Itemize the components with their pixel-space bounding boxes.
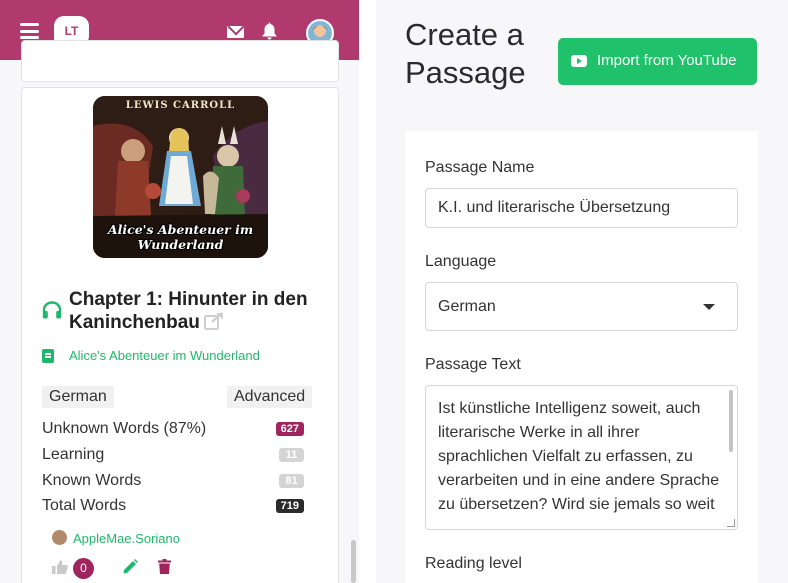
bell-icon[interactable] xyxy=(262,22,277,40)
reading-level-label: Reading level xyxy=(425,555,522,572)
cover-author-text: LEWIS CARROLL xyxy=(125,100,236,111)
book-cover-image[interactable]: LEWIS CARROLL Alice's Abenteuer im Wunde… xyxy=(93,96,268,258)
stat-label: Known Words xyxy=(42,472,142,489)
chapter-title[interactable]: Chapter 1: Hinunter in den Kaninchenbau xyxy=(69,288,329,334)
passage-form: Passage Name Language German Passage Tex… xyxy=(405,131,758,583)
trash-icon[interactable] xyxy=(158,559,171,574)
import-youtube-label: Import from YouTube xyxy=(597,52,737,69)
passage-text-textarea[interactable]: Ist künstliche Intelligenz soweit, auch … xyxy=(425,385,738,530)
caret-down-icon xyxy=(703,304,715,310)
previous-passage-card[interactable] xyxy=(21,40,339,82)
passage-list-panel: LT LEWIS CARROLL Alice's Abenteuer im Wu… xyxy=(0,0,359,583)
passage-text-value[interactable]: Ist künstliche Intelligenz soweit, auch … xyxy=(438,397,723,517)
passage-card[interactable]: LEWIS CARROLL Alice's Abenteuer im Wunde… xyxy=(21,87,339,583)
scrollbar[interactable] xyxy=(351,540,356,583)
import-youtube-button[interactable]: Import from YouTube xyxy=(558,38,757,85)
passage-text-label: Passage Text xyxy=(425,356,521,373)
stat-label: Unknown Words (87%) xyxy=(42,420,207,437)
stat-badge: 11 xyxy=(279,448,304,462)
stat-label: Learning xyxy=(42,446,105,463)
author-avatar xyxy=(52,530,67,545)
stat-badge: 81 xyxy=(279,474,304,488)
language-select-value: German xyxy=(438,298,496,315)
page-title: Create a Passage xyxy=(405,17,526,90)
language-label: Language xyxy=(425,253,497,270)
youtube-icon xyxy=(571,55,587,67)
level-tag: Advanced xyxy=(227,386,313,408)
create-passage-panel: Create a Passage Import from YouTube Pas… xyxy=(376,0,788,583)
hamburger-icon[interactable] xyxy=(20,23,39,39)
like-count: 0 xyxy=(73,558,94,579)
stat-label: Total Words xyxy=(42,497,127,514)
book-icon xyxy=(42,349,54,363)
language-tag: German xyxy=(42,386,114,408)
passage-name-label: Passage Name xyxy=(425,159,535,176)
cover-title-text: Alice's Abenteuer im Wunderland xyxy=(107,222,254,252)
external-link-icon[interactable] xyxy=(203,312,224,330)
thumbs-up-icon[interactable] xyxy=(52,560,68,574)
headphones-icon[interactable] xyxy=(42,301,62,319)
card-actions: 0 xyxy=(52,558,252,579)
stat-badge: 627 xyxy=(275,422,304,436)
stat-badge: 719 xyxy=(275,499,304,513)
mail-icon[interactable] xyxy=(227,26,244,38)
pencil-icon[interactable] xyxy=(122,559,138,575)
passage-name-input[interactable] xyxy=(425,188,738,228)
language-select[interactable]: German xyxy=(425,282,738,331)
chapter-title-text[interactable]: Chapter 1: Hinunter in den Kaninchenbau xyxy=(69,289,308,333)
author-name[interactable]: AppleMae.Soriano xyxy=(73,531,180,546)
textarea-scrollbar[interactable] xyxy=(729,390,733,452)
book-title-link[interactable]: Alice's Abenteuer im Wunderland xyxy=(69,348,260,363)
resize-handle[interactable] xyxy=(727,519,735,527)
